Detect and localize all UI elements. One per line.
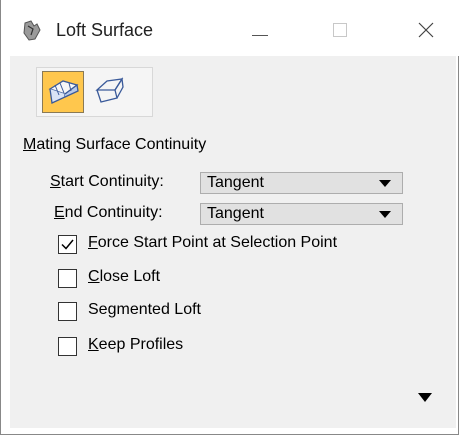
keep-profiles-checkbox[interactable] <box>58 337 77 356</box>
mating-surface-continuity-label: Mating Surface Continuity <box>23 136 207 153</box>
start-continuity-value: Tangent <box>207 174 264 191</box>
close-button[interactable] <box>401 14 451 50</box>
loft-surface-tool-button[interactable] <box>42 71 84 113</box>
app-icon <box>21 20 43 42</box>
close-loft-label: Close Loft <box>88 268 161 285</box>
minimize-icon <box>252 24 268 41</box>
loft-open-tool-button[interactable] <box>89 71 131 113</box>
force-start-point-label: Force Start Point at Selection Point <box>88 234 338 251</box>
chevron-down-icon <box>379 180 391 187</box>
end-continuity-dropdown[interactable]: Tangent <box>200 203 403 225</box>
start-continuity-dropdown[interactable]: Tangent <box>200 172 403 194</box>
tool-group <box>36 67 153 117</box>
dialog-body: Mating Surface Continuity Start Continui… <box>10 56 456 428</box>
checkmark-icon <box>61 239 74 250</box>
start-continuity-label: Start Continuity: <box>50 173 164 190</box>
chevron-down-icon <box>379 211 391 218</box>
close-loft-checkbox[interactable] <box>58 269 77 288</box>
close-icon <box>418 22 434 42</box>
end-continuity-value: Tangent <box>207 205 264 222</box>
title-bar[interactable]: Loft Surface <box>1 0 459 56</box>
window-title: Loft Surface <box>56 20 154 40</box>
expand-arrow-icon[interactable] <box>418 393 432 402</box>
keep-profiles-label: Keep Profiles <box>88 336 184 353</box>
maximize-button[interactable] <box>315 14 365 50</box>
minimize-button[interactable] <box>235 14 285 50</box>
end-continuity-label: End Continuity: <box>54 204 163 221</box>
segmented-loft-checkbox[interactable] <box>58 302 77 321</box>
maximize-icon <box>333 23 347 41</box>
force-start-point-checkbox[interactable] <box>58 235 77 254</box>
loft-surface-dialog: Loft Surface Mating Surface Continuity S… <box>0 0 459 435</box>
segmented-loft-label: Segmented Loft <box>88 301 201 318</box>
